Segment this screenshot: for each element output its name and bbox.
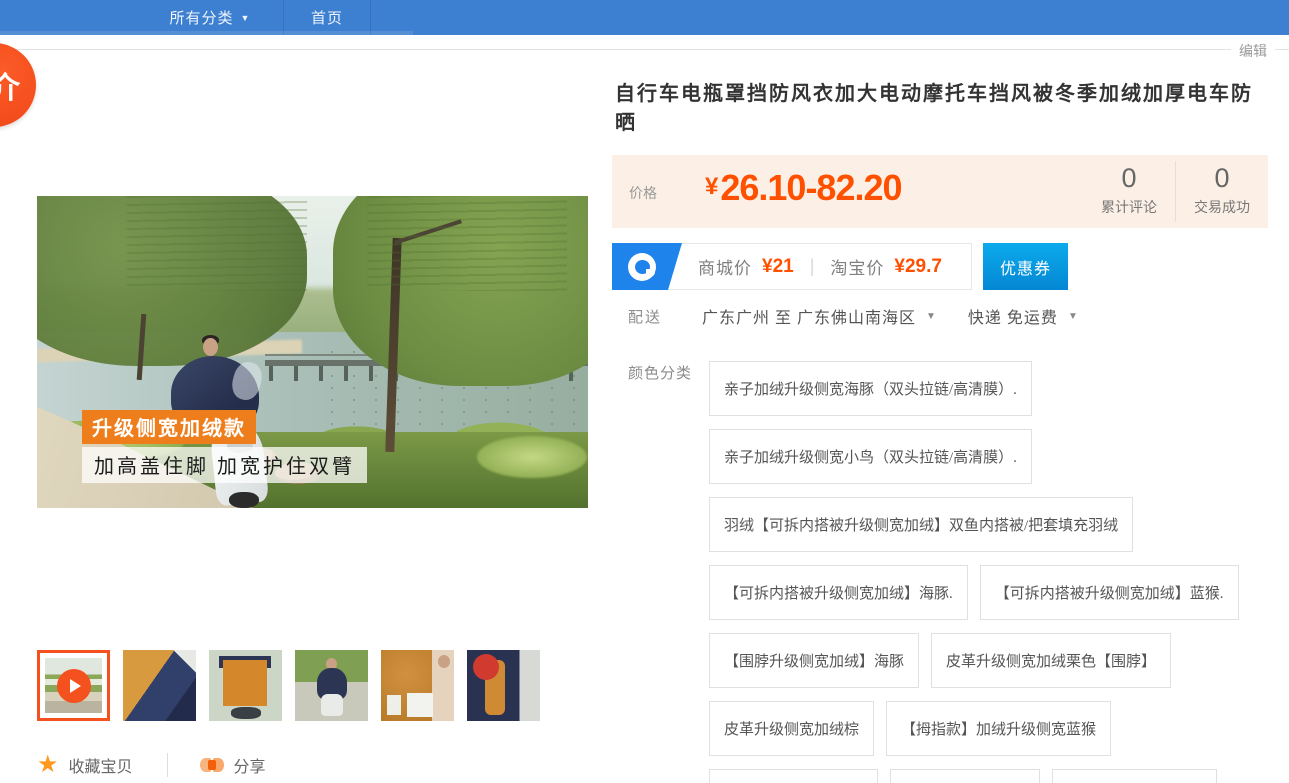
thumbnail-strip [37,650,540,721]
image-overlay-badge: 升级侧宽加绒款 [82,410,256,444]
coupon-button[interactable]: 优惠券 [983,243,1068,290]
sku-option-2[interactable]: 亲子加绒升级侧宽小鸟（双头拉链/高清膜）. [709,429,1032,484]
product-detail-page: 所有分类 ▼ 首页 编辑 介 [0,0,1289,783]
sku-option-10[interactable]: 升级侧宽加绒蓝雪人. [709,769,878,783]
share-button[interactable]: 分享 [234,753,266,777]
image-overlay-caption: 加高盖住脚 加宽护住双臂 [82,447,367,483]
stat-comments: 0 累计评论 [1083,155,1175,228]
actions-divider [167,753,168,777]
thumbnail-4[interactable] [295,650,368,721]
price-separator: | [810,256,815,277]
promo-corner-badge-text: 介 [0,63,20,107]
taobao-price-value: ¥29.7 [894,256,942,278]
sku-option-1[interactable]: 亲子加绒升级侧宽海豚（双头拉链/高清膜）. [709,361,1032,416]
main-product-image[interactable]: 升级侧宽加绒款 加高盖住脚 加宽护住双臂 [37,196,588,508]
stat-comments-value: 0 [1083,163,1175,194]
scene-plants-right [477,436,587,478]
nav-all-categories-label: 所有分类 [170,7,234,28]
sku-options: 亲子加绒升级侧宽海豚（双头拉链/高清膜）. 亲子加绒升级侧宽小鸟（双头拉链/高清… [709,361,1274,783]
nav-home[interactable]: 首页 [283,0,371,35]
delivery-label: 配送 [628,306,702,327]
sku-option-9[interactable]: 【拇指款】加绒升级侧宽蓝猴 [886,701,1111,756]
mall-price-value: ¥21 [762,256,794,278]
chevron-down-icon[interactable]: ▼ [1068,311,1078,322]
thumbnail-1-image [45,658,102,713]
nav-all-categories[interactable]: 所有分类 ▼ [140,0,280,35]
mall-price-label: 商城价 [698,254,752,279]
stat-deals-label: 交易成功 [1176,197,1268,217]
nav-home-label: 首页 [311,7,343,28]
thumbnail-6[interactable] [467,650,540,721]
price-compare-texts: 商城价 ¥21 | 淘宝价 ¥29.7 [698,244,942,289]
chevron-down-icon[interactable]: ▼ [926,311,936,322]
currency-symbol: ¥ [705,173,718,200]
page-title: 自行车电瓶罩挡防风衣加大电动摩托车挡风被冬季加绒加厚电车防晒 [615,80,1267,138]
shipping-method-select[interactable]: 快递 免运费 [968,304,1058,328]
delivery-row: 配送 广东广州 至 广东佛山南海区 ▼ 快递 免运费 ▼ [628,304,1088,328]
scene-rider-head [203,338,218,356]
thumbnail-2[interactable] [123,650,196,721]
sku-option-8[interactable]: 皮革升级侧宽加绒棕 [709,701,874,756]
sku-option-12[interactable]: 升级侧宽加绒蒲公英 [1052,769,1217,783]
play-icon[interactable] [57,669,91,703]
sku-option-7[interactable]: 皮革升级侧宽加绒栗色【围脖】 [931,633,1171,688]
stat-comments-label: 累计评论 [1083,197,1175,217]
taobao-price-label: 淘宝价 [830,254,884,279]
sku-option-4[interactable]: 【可拆内搭被升级侧宽加绒】海豚. [709,565,968,620]
price-label: 价格 [629,183,657,203]
stat-deals: 0 交易成功 [1176,155,1268,228]
thumbnail-1-video[interactable] [37,650,110,721]
thumbnail-3[interactable] [209,650,282,721]
content-divider [0,49,1289,50]
delivery-route-select[interactable]: 广东广州 至 广东佛山南海区 [702,304,916,328]
shop-logo-icon [612,243,682,290]
gallery-actions: ★ 收藏宝贝 分享 [37,750,266,780]
price-value: 26.10-82.20 [720,167,901,208]
price-panel: 价格 ¥26.10-82.20 0 累计评论 0 交易成功 [612,155,1268,228]
scene-willow-fringe [367,196,567,291]
share-icon[interactable] [200,756,224,774]
thumbnail-5[interactable] [381,650,454,721]
scene-willow-fringe [127,196,307,291]
stat-deals-value: 0 [1176,163,1268,194]
sku-option-11[interactable]: 升级侧宽加绒蓝猴 [890,769,1040,783]
price-range: ¥26.10-82.20 [705,167,902,209]
promo-corner-badge: 介 [0,43,36,127]
scene-wheel [229,492,259,508]
edit-link[interactable]: 编辑 [1231,41,1275,61]
price-compare-box: 商城价 ¥21 | 淘宝价 ¥29.7 [612,243,972,290]
top-nav: 所有分类 ▼ 首页 [0,0,1289,35]
sku-option-6[interactable]: 【围脖升级侧宽加绒】海豚 [709,633,919,688]
trade-stats: 0 累计评论 0 交易成功 [1083,155,1268,228]
sku-option-5[interactable]: 【可拆内搭被升级侧宽加绒】蓝猴. [980,565,1239,620]
favorite-star-icon[interactable]: ★ [37,753,59,777]
sku-option-3[interactable]: 羽绒【可拆内搭被升级侧宽加绒】双鱼内搭被/把套填充羽绒 [709,497,1133,552]
favorite-button[interactable]: 收藏宝贝 [69,753,133,777]
chevron-down-icon: ▼ [241,13,251,23]
sku-section-label: 颜色分类 [628,362,692,383]
